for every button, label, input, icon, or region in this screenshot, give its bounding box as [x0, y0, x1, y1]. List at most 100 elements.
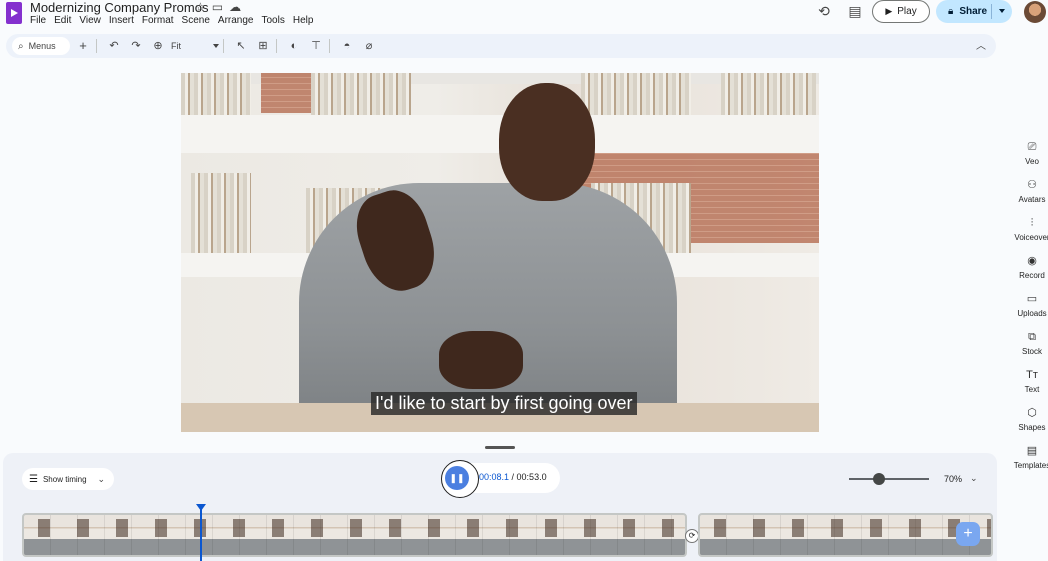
side-item-uploads[interactable]: ▭ Uploads [1010, 292, 1048, 318]
share-button[interactable]: 🔒︎ Share [936, 0, 1012, 23]
total-time: 00:53.0 [516, 472, 547, 482]
subtitle-caption: I'd like to start by first going over [371, 392, 637, 415]
side-item-templates[interactable]: ▤ Templates [1010, 444, 1048, 470]
show-timing-label: Show timing [42, 474, 87, 484]
playhead-marker[interactable] [196, 504, 206, 511]
timeline-zoom-handle[interactable] [873, 473, 886, 485]
toolbar-divider [223, 39, 224, 53]
current-time: 00:08.1 [479, 472, 510, 482]
document-title[interactable]: Modernizing Company Promos [30, 0, 208, 15]
paint-format-icon[interactable]: ⊤ [307, 37, 325, 55]
side-item-label: Voiceover [1014, 233, 1048, 242]
chevron-down-icon[interactable]: ⌄ [970, 473, 978, 484]
voiceover-icon: ⫶ [1030, 217, 1034, 229]
menus-search-button[interactable]: ⌕ Menus [12, 37, 70, 55]
stock-icon: ⧉ [1028, 331, 1036, 343]
playhead[interactable] [200, 506, 202, 561]
background-fill-icon[interactable]: ◓ [338, 37, 356, 55]
toolbar-divider [329, 39, 330, 53]
menu-file[interactable]: File [30, 15, 46, 26]
menus-label: Menus [28, 41, 56, 51]
play-label: Play [897, 6, 917, 17]
person-hand [439, 331, 523, 389]
side-item-label: Text [1024, 385, 1040, 394]
play-button[interactable]: ▶ Play [872, 0, 930, 23]
timing-list-icon: ☰ [29, 473, 38, 485]
toolbar-divider [96, 39, 97, 53]
menu-format[interactable]: Format [142, 15, 174, 26]
record-icon: ◉ [1027, 255, 1037, 267]
pause-icon: ❚❚ [445, 466, 469, 490]
menu-help[interactable]: Help [293, 15, 314, 26]
side-item-stock[interactable]: ⧉ Stock [1010, 330, 1048, 356]
side-item-label: Avatars [1018, 195, 1046, 204]
time-separator: / [509, 472, 517, 482]
video-canvas[interactable]: I'd like to start by first going over [181, 73, 819, 432]
comments-icon[interactable]: ▤ [846, 2, 864, 20]
side-item-shapes[interactable]: ⬡ Shapes [1010, 406, 1048, 432]
add-scene-button[interactable]: + [956, 522, 980, 546]
side-item-label: Shapes [1018, 423, 1046, 432]
templates-icon: ▤ [1026, 445, 1038, 457]
side-item-label: Uploads [1017, 309, 1047, 318]
chevron-down-icon [213, 44, 219, 48]
person-head [499, 83, 595, 201]
zoom-select[interactable]: Fit [171, 41, 219, 51]
redo-icon[interactable]: ↷ [127, 37, 145, 55]
zoom-value: Fit [171, 41, 181, 51]
side-item-text[interactable]: Tт Text [1010, 368, 1048, 394]
share-dropdown-icon[interactable] [999, 9, 1005, 13]
side-item-record[interactable]: ◉ Record [1010, 254, 1048, 280]
scene-clip[interactable] [698, 513, 993, 557]
add-comment-icon[interactable]: ⊞ [254, 37, 272, 55]
vids-editor: Modernizing Company Promos ☆ ▭ ☁ File Ed… [0, 0, 1048, 561]
avatars-icon: ⚇ [1027, 179, 1037, 191]
menu-arrange[interactable]: Arrange [218, 15, 254, 26]
account-avatar[interactable] [1024, 1, 1046, 23]
chevron-down-icon: ⌄ [97, 473, 106, 484]
star-icon[interactable]: ☆ [195, 0, 206, 14]
lock-icon: 🔒︎ [948, 6, 954, 17]
playback-control: ❚❚ 00:08.1 / 00:53.0 [441, 460, 560, 498]
header: Modernizing Company Promos ☆ ▭ ☁ File Ed… [0, 0, 1048, 32]
timeline-resize-handle[interactable] [485, 446, 515, 449]
collapse-toolbar-icon[interactable]: ︿ [976, 37, 986, 52]
bookshelf-books [721, 73, 816, 115]
menu-tools[interactable]: Tools [261, 15, 284, 26]
move-folder-icon[interactable]: ▭ [212, 0, 223, 14]
pause-button[interactable]: ❚❚ [441, 460, 479, 498]
bookshelf-books [181, 73, 251, 115]
clip-thumbnails [700, 515, 991, 555]
play-icon: ▶ [885, 6, 893, 16]
cloud-status-icon[interactable]: ☁ [229, 0, 241, 14]
menu-insert[interactable]: Insert [109, 15, 134, 26]
share-divider [991, 4, 992, 19]
version-history-icon[interactable]: ⟲ [815, 2, 833, 20]
select-cursor-icon[interactable]: ↖ [232, 37, 250, 55]
menu-scene[interactable]: Scene [182, 15, 210, 26]
side-item-label: Veo [1025, 157, 1039, 166]
zoom-icon[interactable]: ⊕ [149, 37, 167, 55]
time-display: 00:08.1 / 00:53.0 [479, 472, 547, 482]
bookshelf-books [311, 73, 411, 115]
scene-clip[interactable] [22, 513, 687, 557]
timeline-panel: ☰ Show timing ⌄ ❚❚ 00:08.1 / 00:53.0 70%… [3, 453, 997, 561]
side-item-voiceover[interactable]: ⫶ Voiceover [1010, 216, 1048, 242]
timeline-zoom-percent[interactable]: 70% [944, 474, 962, 484]
clip-thumbnails [24, 515, 685, 555]
timeline-zoom-slider[interactable] [849, 478, 929, 480]
side-item-label: Templates [1013, 461, 1048, 470]
menu-edit[interactable]: Edit [54, 15, 71, 26]
transition-icon[interactable]: ⟳ [685, 529, 699, 543]
app-logo-icon[interactable] [6, 2, 22, 24]
theme-palette-icon[interactable]: ◐ [285, 37, 303, 55]
menu-view[interactable]: View [79, 15, 101, 26]
side-item-veo[interactable]: ⎚ Veo [1010, 140, 1048, 166]
side-item-label: Record [1019, 271, 1045, 280]
undo-icon[interactable]: ↶ [105, 37, 123, 55]
title-icons: ☆ ▭ ☁ [195, 0, 241, 14]
show-timing-button[interactable]: ☰ Show timing ⌄ [22, 468, 114, 490]
clear-format-icon[interactable]: ⌀ [360, 37, 378, 55]
side-item-avatars[interactable]: ⚇ Avatars [1010, 178, 1048, 204]
add-scene-icon[interactable]: + [74, 37, 92, 55]
